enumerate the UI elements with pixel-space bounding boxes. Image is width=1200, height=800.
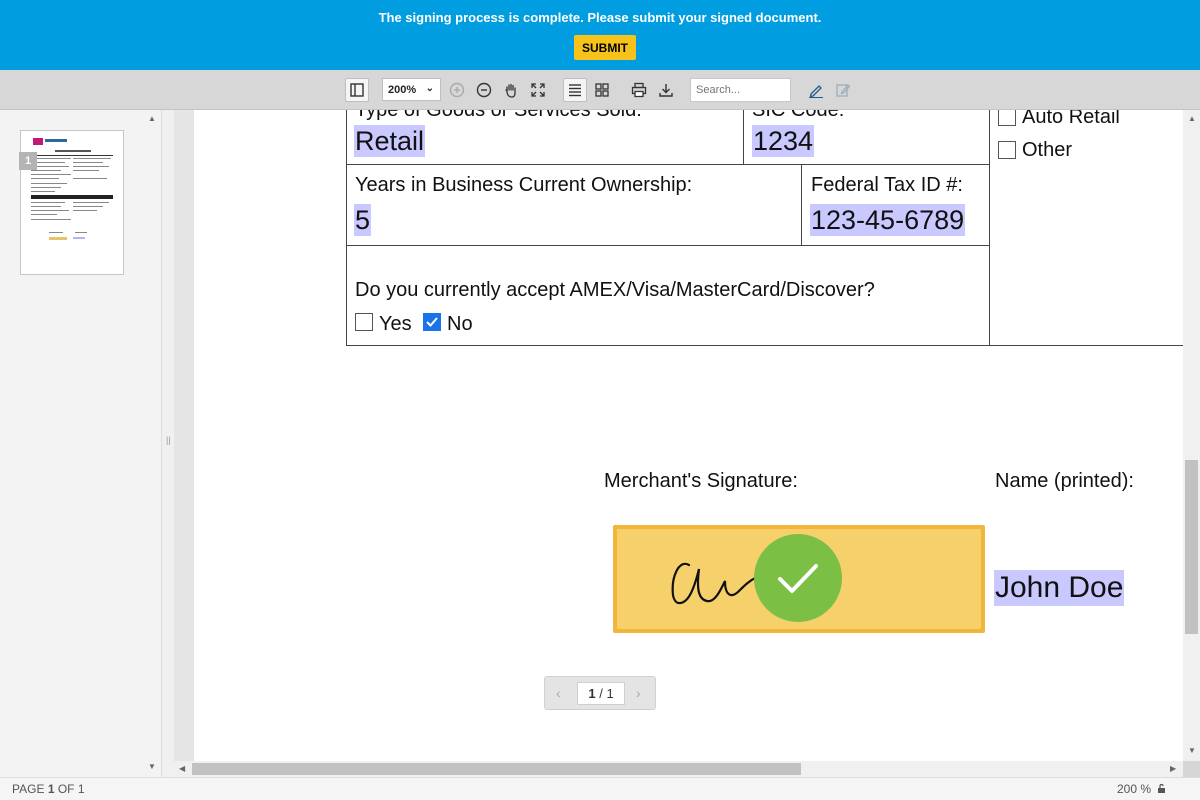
page-thumbnail[interactable]: 1 [20, 130, 124, 275]
zoom-out-icon [476, 82, 492, 98]
next-page-icon[interactable]: › [636, 685, 641, 701]
printer-icon [631, 82, 647, 98]
page-current: 1 [48, 782, 55, 796]
edit-icon [835, 82, 851, 98]
scroll-right-icon[interactable]: ▶ [1170, 764, 1176, 773]
goods-label: Type of Goods or Services Sold: [355, 110, 642, 122]
vertical-scrollbar[interactable]: ▲ ▼ [1183, 110, 1200, 761]
document-viewport[interactable]: Type of Goods or Services Sold: Retail S… [174, 110, 1183, 761]
scroll-down-icon[interactable]: ▼ [1188, 746, 1196, 755]
grid-view-button[interactable] [590, 78, 614, 102]
scroll-down-icon[interactable]: ▼ [148, 762, 156, 771]
horizontal-scrollbar[interactable]: ◀ ▶ [174, 761, 1183, 777]
check-icon [754, 534, 842, 622]
accept-cards-cell: Do you currently accept AMEX/Visa/Master… [346, 245, 990, 346]
sic-field[interactable]: 1234 [752, 125, 814, 157]
page-indicator[interactable]: 1 / 1 [577, 682, 625, 705]
pager-separator: / [599, 686, 603, 701]
viewer-toolbar: 200% ⌄ [0, 70, 1200, 110]
page-mid: OF [58, 782, 75, 796]
pager-total: 1 [606, 686, 613, 701]
taxid-label: Federal Tax ID #: [811, 174, 963, 197]
signature-label: Merchant's Signature: [604, 470, 798, 493]
prev-page-icon[interactable]: ‹ [556, 685, 561, 701]
document-page: Type of Goods or Services Sold: Retail S… [194, 110, 1183, 761]
toggle-sidebar-button[interactable] [345, 78, 369, 102]
zoom-status: 200 % [1117, 782, 1167, 796]
taxid-field[interactable]: 123-45-6789 [810, 204, 965, 236]
scroll-left-icon[interactable]: ◀ [179, 764, 185, 773]
yes-checkbox[interactable] [355, 313, 373, 331]
download-icon [658, 82, 674, 98]
sidebar-icon [350, 83, 364, 97]
other-checkbox[interactable] [998, 141, 1016, 159]
checkmark-icon [424, 314, 440, 330]
submit-button[interactable]: SUBMIT [574, 35, 636, 60]
accept-cards-question: Do you currently accept AMEX/Visa/Master… [355, 279, 875, 302]
auto-retail-label: Auto Retail [1022, 110, 1120, 129]
pager-current: 1 [588, 686, 595, 701]
thumbnail-page-number: 1 [19, 152, 37, 170]
goods-cell: Type of Goods or Services Sold: Retail [346, 110, 744, 165]
no-label: No [447, 313, 473, 336]
no-checkbox[interactable] [423, 313, 441, 331]
yes-label: Yes [379, 313, 412, 336]
zoom-status-value: 200 % [1117, 782, 1151, 796]
name-printed-label: Name (printed): [995, 470, 1134, 493]
years-field[interactable]: 5 [354, 204, 371, 236]
edit-button[interactable] [831, 78, 855, 102]
pan-tool-button[interactable] [499, 78, 523, 102]
taxid-cell: Federal Tax ID #: 123-45-6789 [801, 164, 990, 246]
zoom-out-button[interactable] [472, 78, 496, 102]
search-input[interactable] [690, 78, 791, 102]
scroll-up-icon[interactable]: ▲ [1188, 114, 1196, 123]
signing-complete-banner: The signing process is complete. Please … [0, 0, 1200, 70]
unlock-icon [1157, 783, 1167, 793]
status-bar: PAGE 1 OF 1 200 % [0, 777, 1200, 800]
sidebar-splitter[interactable]: || [162, 110, 174, 777]
print-button[interactable] [627, 78, 651, 102]
scroll-up-icon[interactable]: ▲ [148, 114, 156, 123]
sic-label: SIC Code: [752, 110, 844, 122]
sic-cell: SIC Code: 1234 [743, 110, 990, 165]
thumbnail-sidebar: 1 ▲ ▼ [0, 110, 162, 777]
fullscreen-icon [530, 82, 546, 98]
zoom-select[interactable]: 200% ⌄ [382, 78, 441, 101]
horizontal-scroll-thumb[interactable] [192, 763, 801, 775]
zoom-in-icon [449, 82, 465, 98]
zoom-in-button[interactable] [445, 78, 469, 102]
fit-page-button[interactable] [526, 78, 550, 102]
page-prefix: PAGE [12, 782, 44, 796]
grip-icon: || [166, 435, 171, 445]
single-page-view-button[interactable] [563, 78, 587, 102]
zoom-value: 200% [388, 84, 416, 96]
text-lines-icon [568, 83, 582, 97]
page-navigator: ‹ 1 / 1 › [544, 676, 656, 710]
pen-icon [808, 82, 824, 98]
chevron-down-icon: ⌄ [426, 83, 434, 94]
business-type-cell: Auto Retail Other [989, 110, 1183, 346]
goods-field[interactable]: Retail [354, 125, 425, 157]
name-printed-field[interactable]: John Doe [994, 570, 1124, 606]
years-label: Years in Business Current Ownership: [355, 174, 692, 197]
other-label: Other [1022, 139, 1072, 162]
sign-button[interactable] [804, 78, 828, 102]
grid-icon [595, 83, 609, 97]
page-total: 1 [78, 782, 85, 796]
signature-field[interactable] [613, 525, 985, 633]
download-button[interactable] [654, 78, 678, 102]
banner-message: The signing process is complete. Please … [0, 10, 1200, 25]
hand-icon [503, 82, 519, 98]
auto-retail-checkbox[interactable] [998, 110, 1016, 126]
sidebar-scrollbar[interactable]: ▲ ▼ [145, 110, 159, 777]
years-cell: Years in Business Current Ownership: 5 [346, 164, 802, 246]
vertical-scroll-thumb[interactable] [1185, 460, 1198, 634]
page-count-status: PAGE 1 OF 1 [12, 782, 85, 796]
signed-check-badge [754, 534, 842, 622]
